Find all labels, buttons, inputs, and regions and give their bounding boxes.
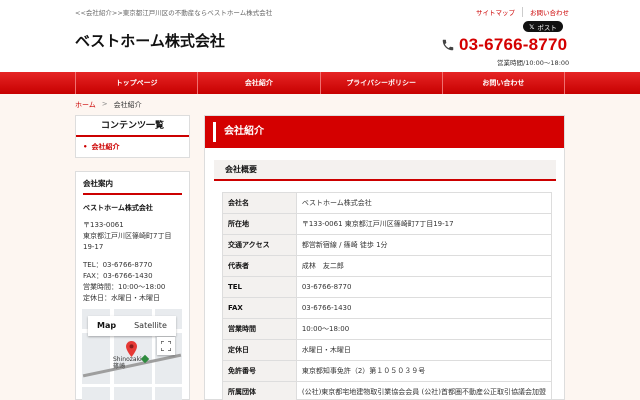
map-station-label: Shinozaki 篠崎 bbox=[113, 356, 142, 370]
company-fax: FAX：03-6766-1430 bbox=[83, 272, 153, 280]
fullscreen-icon bbox=[161, 341, 171, 351]
breadcrumb-current: 会社紹介 bbox=[113, 101, 142, 109]
company-postal: 〒133-0061 bbox=[83, 221, 124, 229]
table-row: TEL 03-6766-8770 bbox=[222, 276, 553, 298]
table-row-value: 東京都知事免許（2）第１０５０３９号 bbox=[295, 360, 553, 382]
x-post-button[interactable]: 𝕏 ポスト bbox=[523, 21, 563, 32]
table-row: 代表者 成林 友二郎 bbox=[222, 255, 553, 277]
table-row-value: (公社)東京都宅地建物取引業協会会員 (公社)首都圏不動産公正取引協議会加盟 bbox=[295, 381, 553, 400]
map-type-tabs: Map Satellite bbox=[88, 316, 176, 336]
nav-item-privacy[interactable]: プライバシーポリシー bbox=[319, 72, 442, 94]
table-row-label: FAX bbox=[222, 297, 297, 319]
table-row-label: 営業時間 bbox=[222, 318, 297, 340]
breadcrumb: ホーム > 会社紹介 bbox=[75, 100, 142, 110]
table-row-value: 03-6766-1430 bbox=[295, 297, 553, 319]
table-row-value: 都営新宿線 / 篠崎 徒歩 1分 bbox=[295, 234, 553, 256]
table-row-label: 代表者 bbox=[222, 255, 297, 277]
section-heading: 会社概要 bbox=[214, 160, 556, 181]
company-tel: TEL：03-6766-8770 bbox=[83, 261, 153, 269]
table-row-label: 所属団体 bbox=[222, 381, 297, 400]
company-hours: 営業時間：10:00〜18:00 bbox=[83, 283, 166, 291]
table-row: FAX 03-6766-1430 bbox=[222, 297, 553, 319]
table-row: 交通アクセス 都営新宿線 / 篠崎 徒歩 1分 bbox=[222, 234, 553, 256]
post-label: ポスト bbox=[537, 23, 557, 32]
contents-link-company[interactable]: 会社紹介 bbox=[76, 137, 189, 157]
breadcrumb-separator: > bbox=[101, 100, 108, 108]
table-row-label: 会社名 bbox=[222, 192, 297, 214]
table-row-label: TEL bbox=[222, 276, 297, 298]
sitemap-link[interactable]: サイトマップ bbox=[476, 7, 522, 17]
nav-item-contact[interactable]: お問い合わせ bbox=[441, 72, 565, 94]
x-icon: 𝕏 bbox=[529, 22, 535, 31]
station-name-jp: 篠崎 bbox=[113, 363, 126, 370]
station-name-en: Shinozaki bbox=[113, 356, 142, 363]
company-name: ベストホーム株式会社 bbox=[83, 204, 153, 212]
table-row: 営業時間 10:00〜18:00 bbox=[222, 318, 553, 340]
contact-link[interactable]: お問い合わせ bbox=[522, 7, 576, 17]
table-row-label: 免許番号 bbox=[222, 360, 297, 382]
business-hours: 営業時間/10:00〜18:00 bbox=[497, 59, 570, 67]
breadcrumb-home[interactable]: ホーム bbox=[75, 100, 96, 110]
table-row: 所在地 〒133-0061 東京都江戸川区篠崎町7丁目19-17 bbox=[222, 213, 553, 235]
fullscreen-button[interactable] bbox=[157, 337, 175, 355]
table-row: 会社名 ベストホーム株式会社 bbox=[222, 192, 553, 214]
map-pin-icon bbox=[126, 341, 137, 357]
table-row-value: 水曜日・木曜日 bbox=[295, 339, 553, 361]
table-row-value: 10:00〜18:00 bbox=[295, 318, 553, 340]
main-content: 会社紹介 会社概要 会社名 ベストホーム株式会社 所在地 〒133-0061 東京都江… bbox=[204, 115, 565, 400]
contents-list-title: コンテンツ一覧 bbox=[76, 116, 189, 137]
company-address: 東京都江戸川区篠崎町7丁目19-17 bbox=[83, 232, 172, 251]
top-links: サイトマップ お問い合わせ bbox=[476, 7, 576, 17]
phone-number: 03-6766-8770 bbox=[441, 35, 567, 55]
table-row-value: 成林 友二郎 bbox=[295, 255, 553, 277]
nav-item-top[interactable]: トップページ bbox=[75, 72, 197, 94]
table-row-value: 〒133-0061 東京都江戸川区篠崎町7丁目19-17 bbox=[295, 213, 553, 235]
page-title: 会社紹介 bbox=[205, 116, 564, 148]
table-row: 定休日 水曜日・木曜日 bbox=[222, 339, 553, 361]
map-tab-map[interactable]: Map bbox=[88, 316, 125, 336]
global-nav: トップページ 会社紹介 プライバシーポリシー お問い合わせ bbox=[0, 72, 640, 94]
company-holiday: 定休日：水曜日・木曜日 bbox=[83, 294, 160, 302]
contents-list: コンテンツ一覧 会社紹介 bbox=[75, 115, 190, 158]
header: <<会社紹介>>東京都江戸川区の不動産ならベストホーム株式会社 サイトマップ お… bbox=[0, 0, 640, 72]
table-row-label: 交通アクセス bbox=[222, 234, 297, 256]
map-tab-satellite[interactable]: Satellite bbox=[125, 316, 176, 336]
table-row: 免許番号 東京都知事免許（2）第１０５０３９号 bbox=[222, 360, 553, 382]
table-row-value: 03-6766-8770 bbox=[295, 276, 553, 298]
company-info-title: 会社案内 bbox=[83, 178, 182, 195]
table-row-label: 所在地 bbox=[222, 213, 297, 235]
table-row-value: ベストホーム株式会社 bbox=[295, 192, 553, 214]
header-description: <<会社紹介>>東京都江戸川区の不動産ならベストホーム株式会社 bbox=[75, 9, 273, 17]
google-map[interactable]: Map Satellite Shinozaki 篠崎 bbox=[82, 309, 182, 400]
site-title[interactable]: ベストホーム株式会社 bbox=[75, 30, 225, 51]
phone-icon bbox=[442, 39, 454, 51]
nav-item-company[interactable]: 会社紹介 bbox=[197, 72, 319, 94]
phone-number-text: 03-6766-8770 bbox=[459, 35, 568, 54]
company-table: 会社名 ベストホーム株式会社 所在地 〒133-0061 東京都江戸川区篠崎町7丁目1… bbox=[222, 192, 553, 400]
table-row: 所属団体 (公社)東京都宅地建物取引業協会会員 (公社)首都圏不動産公正取引協議会… bbox=[222, 381, 553, 400]
table-row-label: 定休日 bbox=[222, 339, 297, 361]
